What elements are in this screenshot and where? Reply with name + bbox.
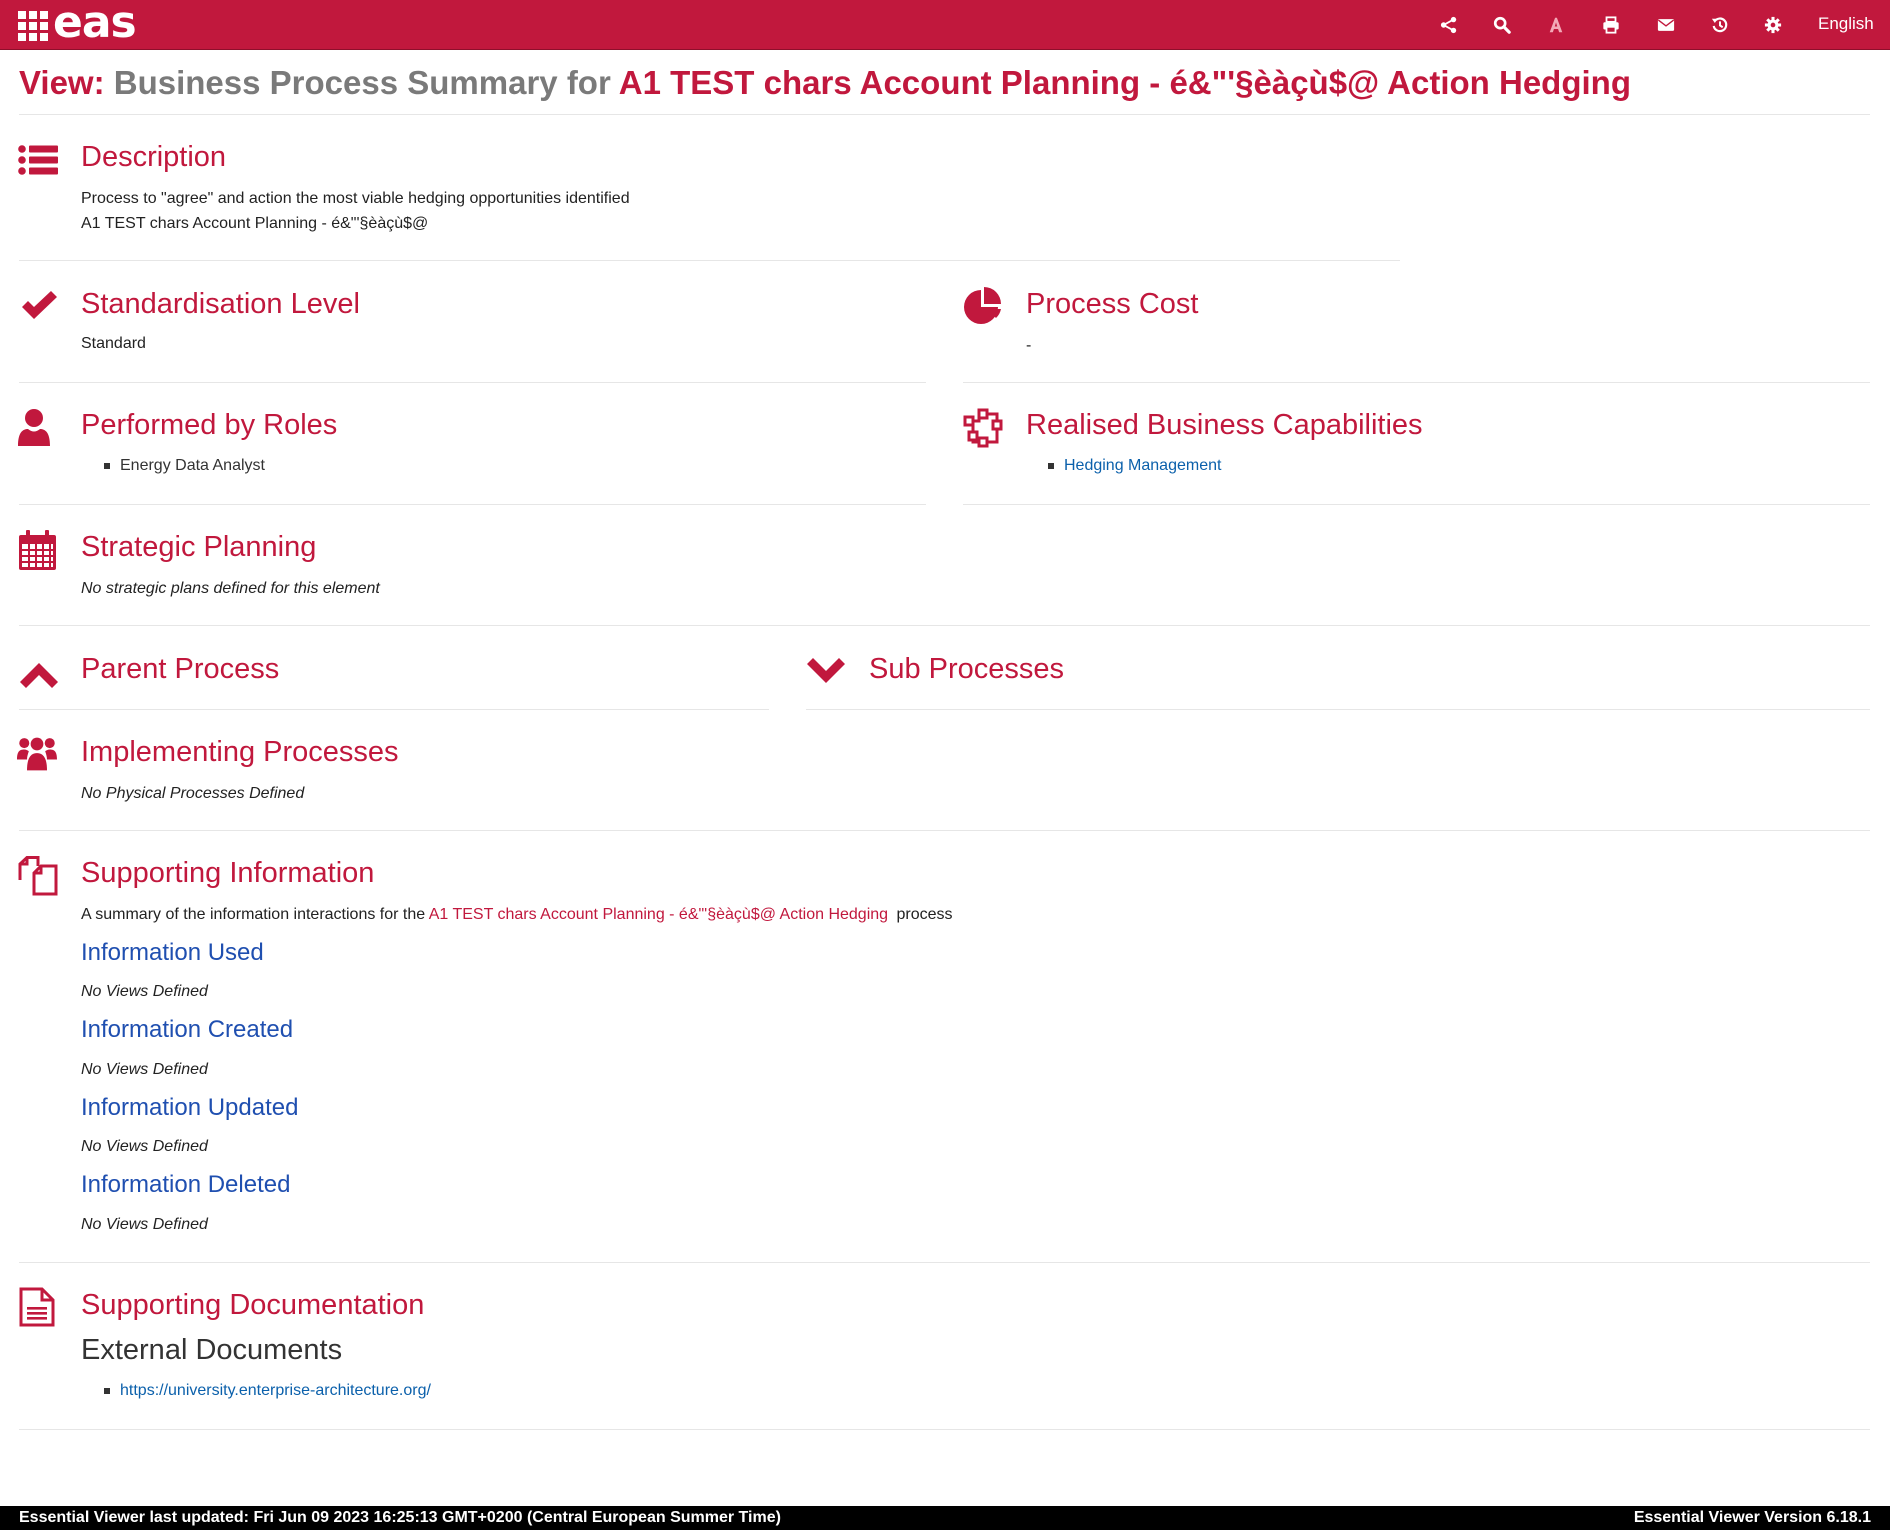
divider [19, 1262, 1870, 1263]
process-cost-value: - [1026, 337, 1032, 354]
strategic-planning-title: Strategic Planning [81, 531, 317, 563]
divider [19, 504, 926, 505]
description-line-2: A1 TEST chars Account Planning - é&"'§èà… [81, 215, 429, 232]
brand-logo[interactable]: eas [53, 0, 137, 48]
standardisation-value: Standard [81, 335, 146, 352]
information-used-message: No Views Defined [81, 983, 208, 1000]
divider [19, 830, 1870, 831]
chevron-up-icon [19, 652, 59, 692]
footer-version: Essential Viewer Version 6.18.1 [1633, 1509, 1871, 1526]
supporting-information-summary: A summary of the information interaction… [81, 902, 953, 927]
divider [19, 382, 926, 383]
information-updated-title: Information Updated [81, 1094, 299, 1121]
language-selector[interactable]: English [1818, 14, 1874, 34]
information-created-title: Information Created [81, 1016, 294, 1043]
summary-prefix: A summary of the information interaction… [81, 906, 426, 923]
page-title-view-type: Business Process Summary for [113, 64, 611, 101]
external-document-link[interactable]: https://university.enterprise-architectu… [104, 1380, 431, 1402]
pie-chart-icon [963, 285, 1003, 325]
share-icon[interactable] [1438, 13, 1460, 37]
process-cost-title: Process Cost [1026, 288, 1199, 320]
user-icon [18, 408, 58, 448]
role-item: Energy Data Analyst [104, 455, 265, 477]
divider [963, 504, 1870, 505]
capability-icon [963, 408, 1003, 448]
information-updated-message: No Views Defined [81, 1138, 208, 1155]
copy-documents-icon [18, 856, 58, 896]
supporting-documentation-title: Supporting Documentation [81, 1289, 425, 1321]
list-icon [18, 140, 58, 180]
information-deleted-message: No Views Defined [81, 1216, 208, 1233]
footer-last-updated: Essential Viewer last updated: Fri Jun 0… [19, 1509, 781, 1526]
capabilities-title: Realised Business Capabilities [1026, 409, 1423, 441]
font-icon[interactable] [1545, 13, 1567, 37]
search-icon[interactable] [1491, 13, 1513, 37]
description-title: Description [81, 141, 227, 173]
divider [963, 382, 1870, 383]
mail-icon[interactable] [1655, 13, 1677, 37]
supporting-information-title: Supporting Information [81, 857, 375, 889]
chevron-down-icon [806, 652, 846, 692]
settings-icon[interactable] [1762, 13, 1784, 37]
history-icon[interactable] [1709, 13, 1731, 37]
page-title: View: Business Process Summary for A1 TE… [19, 60, 1631, 106]
summary-entity-link[interactable]: A1 TEST chars Account Planning - é&"'§èà… [429, 906, 888, 923]
document-icon [18, 1287, 58, 1327]
divider [19, 625, 1870, 626]
apps-grid-icon[interactable] [18, 11, 48, 41]
information-created-message: No Views Defined [81, 1061, 208, 1078]
calendar-icon [18, 530, 58, 570]
strategic-planning-message: No strategic plans defined for this elem… [81, 580, 380, 597]
capability-link[interactable]: Hedging Management [1048, 455, 1221, 477]
page-title-label: View: [19, 64, 105, 101]
divider [19, 260, 1400, 261]
implementing-processes-title: Implementing Processes [81, 736, 399, 768]
roles-title: Performed by Roles [81, 409, 338, 441]
sub-processes-title: Sub Processes [869, 653, 1065, 685]
parent-process-title: Parent Process [81, 653, 280, 685]
standardisation-title: Standardisation Level [81, 288, 360, 320]
divider [19, 114, 1870, 115]
top-navigation-bar: eas English [0, 0, 1890, 50]
divider [19, 1429, 1870, 1430]
implementing-processes-message: No Physical Processes Defined [81, 785, 305, 802]
check-icon [19, 286, 59, 326]
footer-bar: Essential Viewer last updated: Fri Jun 0… [0, 1506, 1890, 1530]
page-title-entity: A1 TEST chars Account Planning - é&"'§èà… [618, 64, 1631, 101]
summary-suffix: process [896, 906, 953, 923]
description-line-1: Process to "agree" and action the most v… [81, 190, 630, 207]
users-icon [17, 734, 57, 774]
external-documents-title: External Documents [81, 1334, 343, 1366]
information-used-title: Information Used [81, 939, 264, 966]
divider [806, 709, 1870, 710]
print-icon[interactable] [1600, 13, 1622, 37]
divider [19, 709, 769, 710]
information-deleted-title: Information Deleted [81, 1171, 291, 1198]
